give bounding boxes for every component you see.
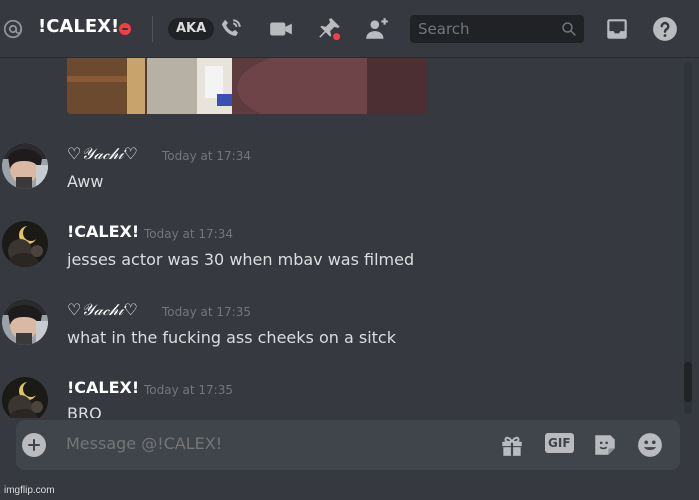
add-attachment-icon[interactable]: [22, 433, 46, 457]
message-timestamp: Today at 17:34: [144, 227, 233, 241]
message-timestamp: Today at 17:34: [162, 149, 251, 163]
message-content: what in the fucking ass cheeks on a sitc…: [67, 328, 396, 347]
message-content: Aww: [67, 172, 104, 191]
channel-header: !CALEX! AKA Search: [0, 0, 699, 58]
pinned-messages-icon[interactable]: [316, 16, 342, 42]
search-placeholder: Search: [418, 20, 470, 38]
search-bar[interactable]: Search: [410, 15, 584, 43]
user-avatar-yachi[interactable]: [2, 299, 48, 345]
message-author[interactable]: ♡𝒴𝒶𝒸𝒽𝒾♡: [67, 300, 138, 320]
dm-username[interactable]: !CALEX!: [38, 16, 119, 37]
message-content: jesses actor was 30 when mbav was filmed: [67, 250, 415, 269]
attached-image-photo: [67, 58, 427, 114]
video-call-icon[interactable]: [268, 16, 294, 42]
user-avatar-calex[interactable]: [2, 221, 48, 267]
footer-strip: [0, 472, 699, 500]
gif-icon[interactable]: GIF: [545, 433, 574, 453]
emoji-icon[interactable]: [637, 432, 663, 458]
header-divider: [152, 16, 153, 42]
message-item: ♡𝒴𝒶𝒸𝒽𝒾♡ Today at 17:35 what in the fucki…: [0, 296, 680, 366]
help-icon[interactable]: [652, 16, 678, 42]
message-composer: GIF: [16, 420, 680, 470]
watermark: imgflip.com: [4, 485, 55, 496]
message-author[interactable]: !CALEX!: [67, 378, 139, 397]
sticker-icon[interactable]: [592, 432, 618, 458]
search-icon: [562, 22, 576, 36]
inbox-icon[interactable]: [604, 16, 630, 42]
message-timestamp: Today at 17:35: [162, 305, 251, 319]
voice-call-icon[interactable]: [218, 16, 244, 42]
message-item: ♡𝒴𝒶𝒸𝒽𝒾♡ Today at 17:34 Aww: [0, 140, 680, 210]
message-input[interactable]: [66, 434, 466, 453]
user-avatar-yachi[interactable]: [2, 143, 48, 189]
message-author[interactable]: !CALEX!: [67, 222, 139, 241]
add-friend-icon[interactable]: [364, 16, 390, 42]
scrollbar-thumb[interactable]: [684, 362, 692, 402]
message-item: !CALEX! Today at 17:35 BRO: [0, 374, 680, 418]
gift-icon[interactable]: [499, 432, 525, 458]
message-content: BRO: [67, 404, 102, 418]
message-author[interactable]: ♡𝒴𝒶𝒸𝒽𝒾♡: [67, 144, 138, 164]
user-avatar-calex[interactable]: [2, 377, 48, 418]
at-icon: [3, 19, 23, 39]
attached-image[interactable]: [67, 58, 427, 114]
message-timestamp: Today at 17:35: [144, 383, 233, 397]
message-item: !CALEX! Today at 17:34 jesses actor was …: [0, 218, 680, 288]
aka-button[interactable]: AKA: [168, 18, 215, 40]
dnd-status-icon: [119, 23, 131, 35]
